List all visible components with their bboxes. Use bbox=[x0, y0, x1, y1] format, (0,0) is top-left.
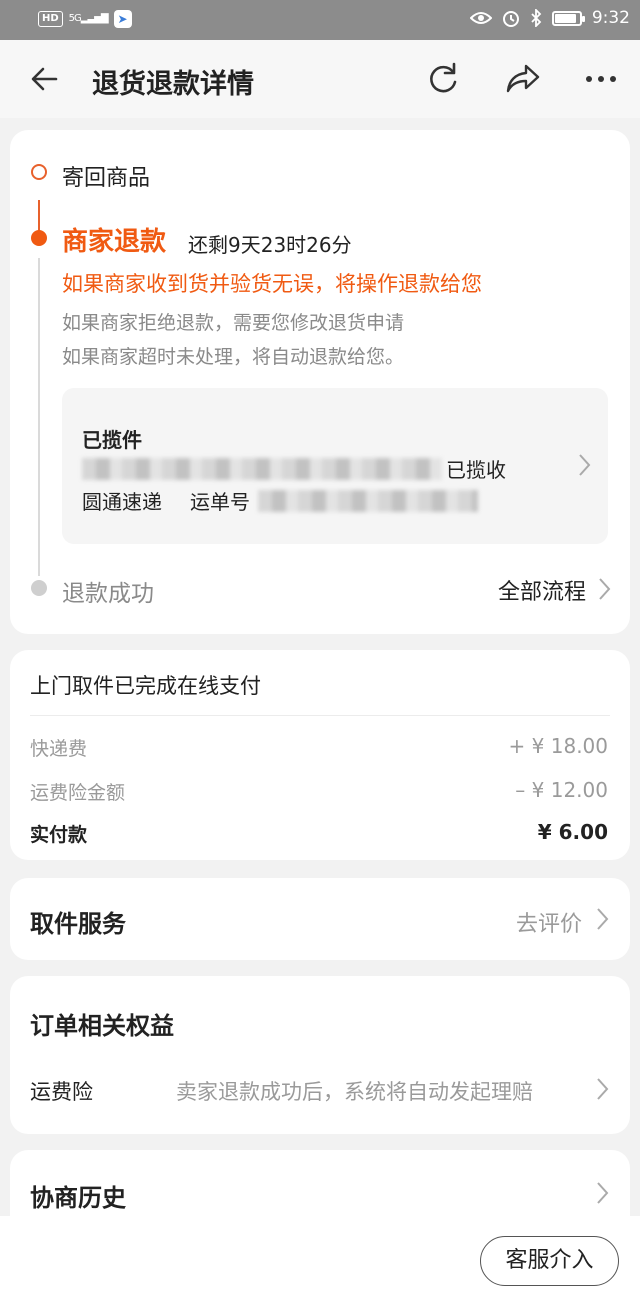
signal-icon: 5G▂▃▅▇ bbox=[68, 13, 109, 24]
refund-note-highlight: 如果商家收到货并验货无误，将操作退款给您 bbox=[62, 272, 482, 296]
chevron-right-icon bbox=[597, 1078, 609, 1100]
refund-note-reject: 如果商家拒绝退款，需要您修改退货申请 bbox=[62, 312, 405, 334]
refund-timeline-card: 寄回商品 商家退款 还剩9天23时26分 如果商家收到货并验货无误，将操作退款给… bbox=[10, 130, 630, 634]
order-benefits-title: 订单相关权益 bbox=[30, 1012, 174, 1040]
refund-note-timeout: 如果商家超时未处理，将自动退款给您。 bbox=[62, 346, 405, 368]
fees-header: 上门取件已完成在线支付 bbox=[30, 674, 261, 698]
all-process-link[interactable]: 全部流程 bbox=[498, 574, 586, 606]
fee-label-paid: 实付款 bbox=[30, 824, 88, 846]
time-remaining: 还剩9天23时26分 bbox=[188, 233, 352, 257]
chevron-right-icon bbox=[579, 454, 591, 476]
rate-link[interactable]: 去评价 bbox=[516, 906, 582, 938]
timeline-step-refund-success: 退款成功 bbox=[62, 581, 154, 607]
timeline-line-pending bbox=[38, 258, 40, 576]
blurred-logistics-info bbox=[82, 458, 442, 480]
pickup-service-row[interactable]: 取件服务 去评价 bbox=[10, 878, 630, 960]
status-bar-left: HD 5G▂▃▅▇ ➤ bbox=[38, 10, 132, 28]
bluetooth-icon bbox=[531, 9, 542, 27]
alarm-icon bbox=[502, 11, 519, 27]
status-bar: HD 5G▂▃▅▇ ➤ 9:32 bbox=[0, 0, 640, 40]
logistics-box[interactable]: 已揽件 已揽收 圆通速递 运单号 bbox=[62, 388, 608, 544]
battery-icon bbox=[551, 10, 585, 26]
more-icon[interactable] bbox=[580, 58, 622, 100]
page-title: 退货退款详情 bbox=[92, 69, 254, 100]
fee-label-insurance: 运费险金额 bbox=[30, 782, 126, 804]
fees-card: 上门取件已完成在线支付 快递费 + ¥ 18.00 运费险金额 – ¥ 12.0… bbox=[10, 650, 630, 860]
nav-bar: 退货退款详情 bbox=[0, 40, 640, 118]
bottom-bar: 客服介入 bbox=[0, 1216, 640, 1306]
chevron-right-icon bbox=[597, 908, 609, 930]
logistics-title: 已揽件 bbox=[82, 428, 142, 452]
timeline-step-return-goods: 寄回商品 bbox=[62, 166, 151, 191]
fee-value-paid: ¥ 6.00 bbox=[537, 820, 608, 844]
timeline-dot-done bbox=[31, 164, 47, 180]
eye-icon bbox=[469, 12, 492, 24]
chevron-right-icon bbox=[599, 578, 611, 600]
insurance-label: 运费险 bbox=[30, 1080, 93, 1104]
insurance-description[interactable]: 卖家退款成功后，系统将自动发起理赔 bbox=[176, 1076, 533, 1106]
waybill-label: 运单号 bbox=[190, 490, 250, 514]
timeline-dot-active bbox=[31, 230, 47, 246]
negotiation-history-title: 协商历史 bbox=[30, 1184, 126, 1212]
fee-label-shipping: 快递费 bbox=[30, 738, 88, 760]
status-bar-right: 9:32 bbox=[469, 8, 630, 28]
timeline-dot-pending bbox=[31, 580, 47, 596]
courier-name: 圆通速递 bbox=[82, 490, 162, 514]
refresh-icon[interactable] bbox=[422, 58, 464, 100]
chevron-right-icon bbox=[597, 1182, 609, 1204]
fee-value-shipping: + ¥ 18.00 bbox=[508, 734, 608, 758]
fee-value-insurance: – ¥ 12.00 bbox=[515, 778, 608, 802]
hd-badge: HD bbox=[38, 11, 63, 27]
order-benefits-card: 订单相关权益 运费险 卖家退款成功后，系统将自动发起理赔 bbox=[10, 976, 630, 1134]
divider bbox=[30, 715, 610, 716]
customer-service-button[interactable]: 客服介入 bbox=[480, 1236, 619, 1286]
back-arrow-icon[interactable] bbox=[24, 58, 66, 100]
clock: 9:32 bbox=[591, 8, 630, 28]
share-icon[interactable] bbox=[502, 58, 544, 100]
pickup-service-title: 取件服务 bbox=[30, 910, 126, 938]
timeline-step-merchant-refund: 商家退款 bbox=[62, 227, 167, 257]
app-notification-icon: ➤ bbox=[113, 10, 132, 28]
logistics-status: 已揽收 bbox=[446, 458, 506, 482]
blurred-waybill-number bbox=[258, 490, 478, 512]
